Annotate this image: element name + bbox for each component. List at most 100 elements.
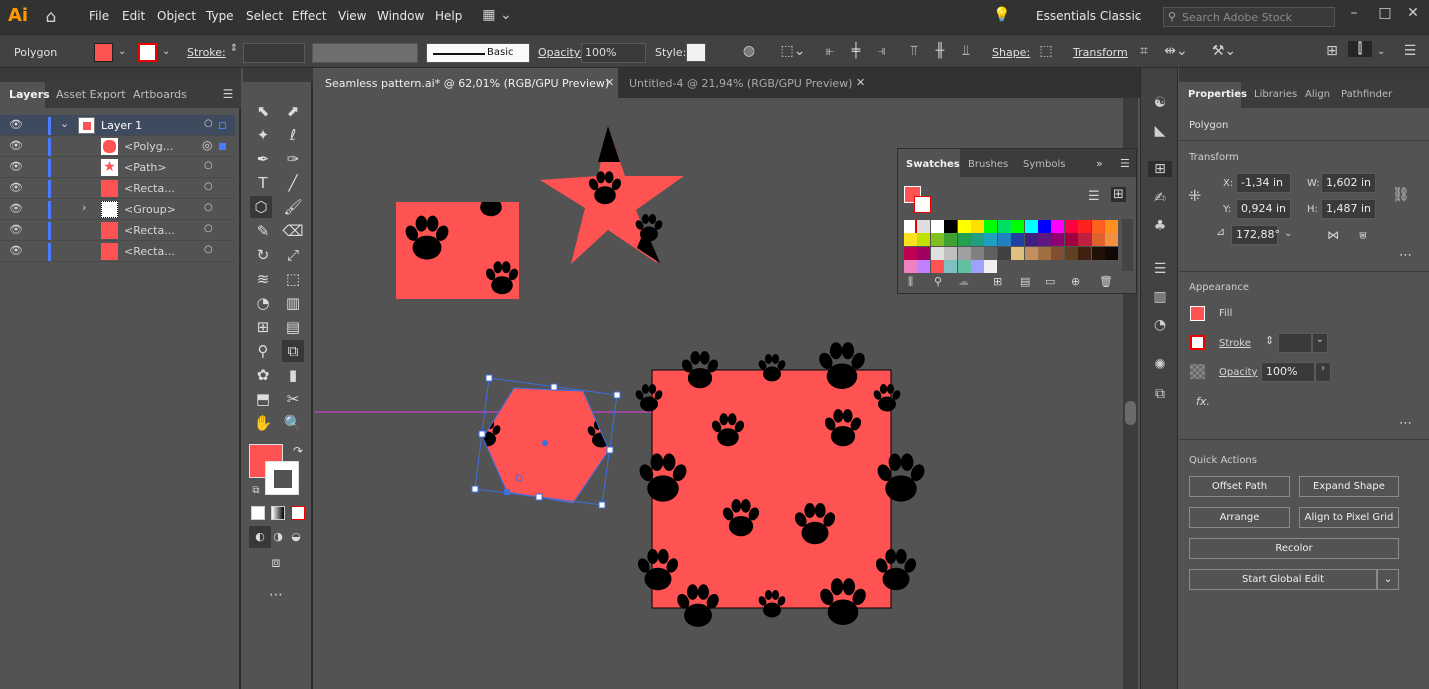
shape-properties-icon[interactable]: ⬚ [1036,43,1056,59]
color-swatch[interactable] [1011,220,1025,233]
start-global-edit-button[interactable]: Start Global Edit [1189,569,1377,590]
color-swatch[interactable] [904,260,917,274]
color-swatch[interactable] [930,233,944,247]
menu-file[interactable]: File [89,9,109,23]
reflect-icon[interactable]: ⇹⌄ [1162,43,1190,59]
flip-horizontal-icon[interactable]: ⋈ [1327,228,1339,242]
slice-tool-icon[interactable]: ✂ [282,388,304,410]
blend-tool-icon[interactable]: ⧉ [282,340,304,362]
y-field[interactable]: 0,924 in [1236,199,1291,219]
grid-view-icon[interactable]: ⊞ [1111,187,1126,202]
color-swatch[interactable] [1091,233,1105,247]
graphic-style-swatch[interactable] [686,43,706,62]
color-swatch[interactable] [1011,233,1025,247]
close-tab-icon[interactable]: ✕ [605,76,614,89]
tab-artboards[interactable]: Artboards [133,88,187,101]
gradient-mode-button[interactable] [271,506,285,520]
color-swatch[interactable] [1105,233,1118,247]
chevron-down-icon[interactable]: ⌄ [1377,46,1385,57]
menu-select[interactable]: Select [246,9,283,23]
search-stock-field[interactable]: ⚲ Search Adobe Stock [1163,7,1335,27]
chevron-down-icon[interactable]: ⌄ [60,117,69,130]
color-swatch[interactable] [917,233,931,247]
x-field[interactable]: -1,34 in [1236,173,1291,193]
tab-properties[interactable]: Properties [1188,89,1247,100]
layer-name[interactable]: <Recta... [124,224,175,237]
eye-icon[interactable]: 👁 [9,160,23,173]
color-mode-button[interactable] [251,506,265,520]
color-swatch[interactable] [1051,246,1065,260]
direct-selection-tool-icon[interactable]: ⬈ [282,100,304,122]
pattern-square[interactable] [634,342,928,627]
show-kinds-icon[interactable]: ⚲ [934,275,942,288]
color-swatch[interactable] [917,260,931,274]
fill-swatch[interactable] [94,43,113,62]
align-left-icon[interactable]: ⫦ [820,43,840,59]
color-swatch[interactable] [971,233,984,247]
align-right-icon[interactable]: ⫣ [872,43,892,59]
align-top-icon[interactable]: ⫪ [904,43,924,59]
align-to-pixel-grid-button[interactable]: Align to Pixel Grid [1299,507,1399,528]
align-center-icon[interactable]: ╪ [846,43,866,59]
image-trace-icon[interactable]: ✺ [1150,357,1170,373]
tab-symbols[interactable]: Symbols [1023,159,1065,170]
paintbrush-tool-icon[interactable]: 🖌 [282,196,304,218]
chevron-down-icon[interactable]: ⌄ [162,46,170,57]
eye-icon[interactable]: 👁 [9,244,23,257]
tab-brushes[interactable]: Brushes [968,159,1008,170]
more-options-icon[interactable]: ⋯ [1399,416,1412,431]
opacity-label[interactable]: Opacity: [538,46,583,59]
chevron-down-icon[interactable]: ⌄ [1133,11,1141,22]
draw-inside-icon[interactable]: ◒ [285,526,307,548]
swap-colors-icon[interactable]: ↷ [287,440,309,462]
color-swatch[interactable] [984,260,998,274]
color-swatch[interactable] [917,220,931,233]
color-swatch[interactable] [1105,246,1118,260]
stroke-color-box[interactable] [265,461,299,495]
curvature-tool-icon[interactable]: ✑ [282,148,304,170]
new-swatch-icon[interactable]: ⊕ [1071,275,1080,288]
puppet-warp-icon[interactable]: ⚒⌄ [1210,43,1238,59]
reference-point-icon[interactable]: ⁜ [1188,186,1201,205]
color-swatch[interactable] [1024,220,1038,233]
free-transform-tool-icon[interactable]: ⬚ [282,268,304,290]
variable-width-profile[interactable] [312,43,418,63]
menu-view[interactable]: View [338,9,366,23]
brushes-icon[interactable]: ✍ [1150,190,1170,206]
menu-window[interactable]: Window [377,9,424,23]
layer-row[interactable]: 👁 ★ <Path> ○ [0,157,235,178]
chevron-right-icon[interactable]: › [82,201,86,214]
scale-tool-icon[interactable]: ⤢ [282,244,304,266]
color-swatch[interactable] [944,260,958,274]
target-circle-icon[interactable]: ○ [204,223,213,234]
rotate-field[interactable]: 172,88° [1231,225,1280,245]
target-circle-icon[interactable]: ○ [204,118,213,129]
color-swatch[interactable] [1064,220,1078,233]
fx-icon[interactable]: fx. [1196,395,1210,408]
color-swatch[interactable] [1064,246,1078,260]
symbols-icon[interactable]: ♣ [1150,218,1170,234]
tab-layers[interactable]: Layers [9,88,50,101]
graphic-styles-icon[interactable]: ◣ [1150,123,1170,139]
close-tab-icon[interactable]: ✕ [856,76,865,89]
layer-name[interactable]: <Recta... [124,245,175,258]
layer-row[interactable]: 👁 <Recta... ○ [0,178,235,199]
mesh-tool-icon[interactable]: ⊞ [252,316,274,338]
eye-icon[interactable]: 👁 [9,139,23,152]
color-swatch[interactable] [1078,246,1092,260]
list-view-icon[interactable]: ☰ [1088,189,1100,204]
polygon-tool-icon[interactable]: ⬡ [250,196,272,218]
stroke-stepper-icon[interactable]: ⇕ [1265,334,1274,347]
symbol-sprayer-tool-icon[interactable]: ✿ [252,364,274,386]
layer-row[interactable]: 👁 <Recta... ○ [0,241,235,262]
lightbulb-icon[interactable]: 💡 [992,7,1012,23]
target-circle-icon[interactable]: ○ [204,181,213,192]
swatch-grid[interactable] [904,220,1118,274]
panel-menu-icon[interactable]: ☰ [1400,43,1420,59]
target-circle-icon[interactable]: ○ [204,244,213,255]
layer-name[interactable]: <Path> [124,161,167,174]
layer-name[interactable]: <Polyg... [124,140,173,153]
swatch-libraries-icon[interactable]: ⫼ [908,275,913,289]
chevron-down-icon[interactable]: ⌄ [1284,228,1292,239]
constrain-proportions-icon[interactable]: ⛓ [1392,187,1410,203]
